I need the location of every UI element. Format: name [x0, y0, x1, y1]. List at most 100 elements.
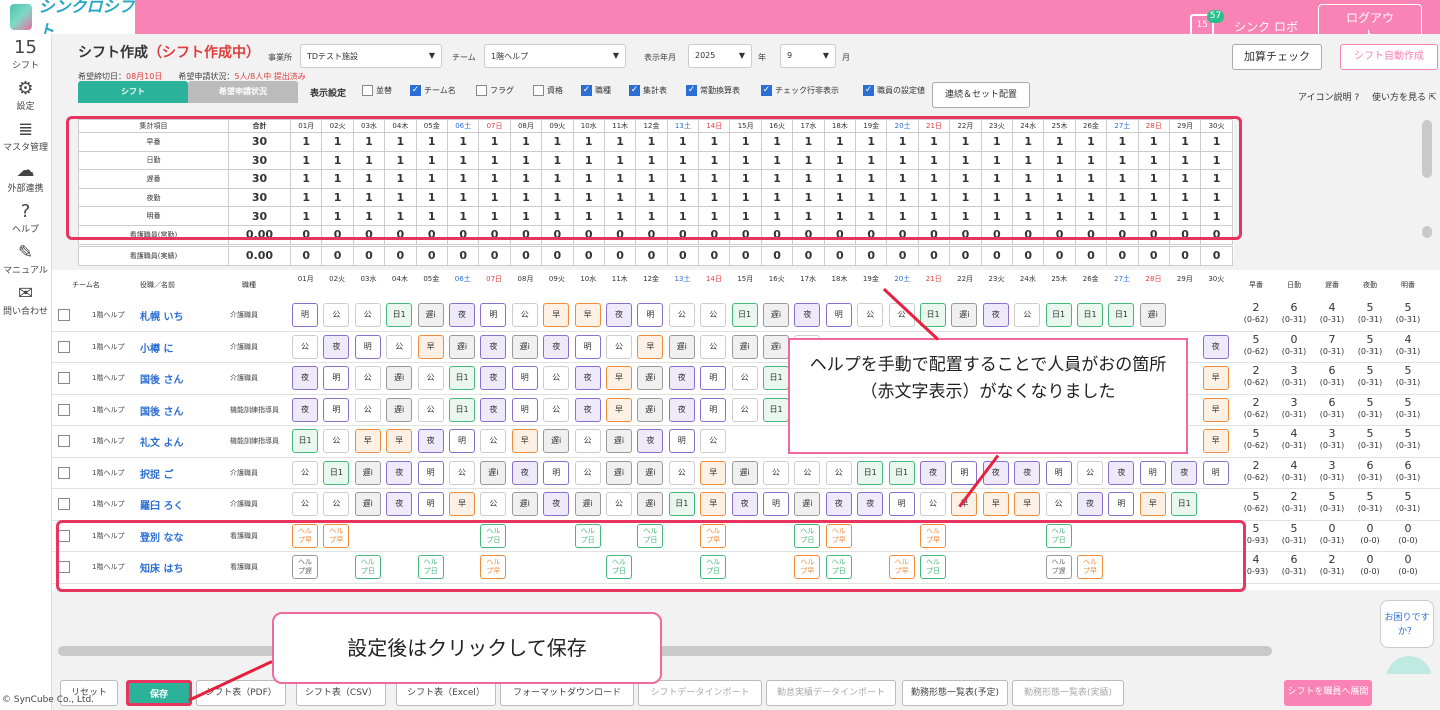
shift-cell[interactable]: 公	[323, 492, 350, 516]
shift-cell[interactable]: 公	[606, 492, 632, 516]
shift-cell[interactable]: 夜	[982, 303, 1009, 327]
shift-cell[interactable]: 夜	[323, 334, 350, 359]
auto-create-button[interactable]: シフト自動作成	[1340, 44, 1438, 70]
checkbox-box[interactable]: ✓	[629, 85, 640, 96]
sidebar-item-database[interactable]: ≣ マスタ管理	[0, 116, 51, 157]
shift-cell[interactable]: 公	[668, 303, 695, 327]
sidebar-item-help[interactable]: ? ヘルプ	[0, 198, 51, 239]
row-staff-name[interactable]: 小樽 に	[140, 340, 173, 355]
shift-cell[interactable]: 早	[449, 492, 475, 516]
shift-cell[interactable]: 公	[292, 334, 318, 359]
shift-cell[interactable]: 公	[386, 334, 413, 359]
shift-cell[interactable]: 遅i	[763, 303, 789, 327]
row-checkbox[interactable]	[58, 466, 70, 479]
shift-cell[interactable]: 明	[1108, 492, 1135, 516]
shift-cell[interactable]: 明	[323, 366, 350, 390]
shift-cell[interactable]: 日1	[292, 429, 318, 453]
checkbox-6[interactable]: ✓ 常勤換算表	[686, 85, 740, 96]
footer-button-10[interactable]: シフトを職員へ展開	[1284, 680, 1372, 706]
how-to-link[interactable]: 使い方を見る ⇱	[1372, 90, 1436, 103]
sidebar-item-manual[interactable]: ✎ マニュアル	[0, 239, 51, 280]
shift-cell[interactable]: 公	[700, 303, 727, 327]
shift-cell[interactable]: 遅i	[449, 334, 475, 359]
shift-cell[interactable]: 公	[511, 303, 538, 327]
shift-cell[interactable]: 公	[700, 334, 727, 359]
shift-cell[interactable]: 夜	[731, 492, 758, 516]
footer-button-9[interactable]: 勤務形態一覧表(実績)	[1012, 680, 1124, 706]
row-checkbox[interactable]	[58, 498, 70, 510]
shift-cell[interactable]: 日1	[731, 303, 758, 327]
shift-cell[interactable]: 日1	[1045, 303, 1072, 327]
shift-cell[interactable]: 遅i	[763, 334, 789, 359]
shift-cell[interactable]: 早	[574, 303, 601, 327]
shift-cell[interactable]: 夜	[668, 366, 695, 390]
shift-cell[interactable]: 夜	[449, 303, 475, 327]
vertical-scrollbar[interactable]	[1422, 120, 1432, 178]
shift-cell[interactable]: 夜	[574, 397, 601, 422]
checkbox-box[interactable]: ✓	[410, 85, 421, 96]
shift-cell[interactable]: 早	[417, 334, 444, 359]
shift-cell[interactable]: 遅i	[637, 492, 664, 516]
shift-cell[interactable]: 夜	[574, 366, 601, 390]
shift-cell[interactable]: 日1	[449, 397, 475, 422]
shift-cell[interactable]: 公	[480, 429, 507, 453]
shift-cell[interactable]: 夜	[1171, 460, 1198, 485]
shift-cell[interactable]: 遅i	[731, 460, 758, 485]
shift-cell[interactable]: 明	[700, 366, 727, 390]
shift-cell[interactable]: 遅i	[354, 492, 381, 516]
shift-cell[interactable]: 公	[323, 429, 350, 453]
row-checkbox[interactable]	[58, 309, 70, 321]
shift-cell[interactable]: 明	[1139, 460, 1166, 485]
office-select[interactable]: TDテスト施設 ▼	[300, 44, 442, 68]
sidebar-item-calendar[interactable]: 15 シフト	[0, 34, 51, 75]
shift-cell[interactable]: 夜	[543, 492, 570, 516]
shift-cell[interactable]: 公	[606, 334, 632, 359]
shift-cell[interactable]: 夜	[1014, 460, 1041, 485]
app-logo[interactable]: シンクロシフト	[0, 0, 135, 40]
shift-cell[interactable]: 早	[700, 460, 727, 485]
shift-cell[interactable]: 明	[323, 397, 350, 422]
shift-cell[interactable]: 明	[292, 303, 318, 327]
shift-cell[interactable]: 夜	[292, 397, 318, 422]
shift-cell[interactable]: 明	[668, 429, 695, 453]
horizontal-scrollbar[interactable]	[58, 646, 1272, 656]
shift-cell[interactable]: 公	[417, 366, 444, 390]
checkbox-2[interactable]: フラグ	[476, 85, 514, 96]
shift-cell[interactable]: 遅i	[354, 460, 381, 485]
shift-cell[interactable]: 明	[1045, 460, 1072, 485]
shift-cell[interactable]: 遅i	[511, 492, 538, 516]
shift-cell[interactable]: 夜	[857, 492, 884, 516]
checkbox-box[interactable]: ✓	[761, 85, 772, 96]
shift-cell[interactable]: 日1	[386, 303, 413, 327]
team-select[interactable]: 1階ヘルプ ▼	[484, 44, 626, 68]
shift-cell[interactable]: 早	[982, 492, 1009, 516]
shift-cell[interactable]: 公	[700, 429, 727, 453]
shift-cell[interactable]: 夜	[794, 303, 821, 327]
shift-cell[interactable]: 早	[354, 429, 381, 453]
shift-cell[interactable]: 早	[1202, 397, 1229, 422]
footer-button-8[interactable]: 勤務形態一覧表(予定)	[902, 680, 1008, 706]
shift-cell[interactable]: 公	[920, 492, 946, 516]
checkbox-3[interactable]: 資格	[533, 85, 563, 96]
shift-cell[interactable]: 早	[1139, 492, 1166, 516]
footer-button-7[interactable]: 勤怠実績データインポート	[766, 680, 896, 706]
checkbox-box[interactable]	[362, 85, 373, 96]
shift-cell[interactable]: 早	[1014, 492, 1041, 516]
checkbox-box[interactable]: ✓	[686, 85, 697, 96]
shift-cell[interactable]: 明	[637, 303, 664, 327]
row-staff-name[interactable]: 国後 さん	[140, 403, 183, 418]
shift-cell[interactable]: 明	[354, 334, 381, 359]
shift-cell[interactable]: 夜	[606, 303, 632, 327]
shift-cell[interactable]: 遅i	[637, 366, 664, 390]
row-checkbox[interactable]	[58, 372, 70, 384]
shift-cell[interactable]: 公	[417, 397, 444, 422]
row-checkbox[interactable]	[58, 340, 70, 353]
shift-cell[interactable]: 遅i	[731, 334, 758, 359]
shift-cell[interactable]: 明	[417, 492, 444, 516]
shift-cell[interactable]: 日1	[1108, 303, 1135, 327]
renzoku-button[interactable]: 連続＆セット配置	[932, 82, 1030, 108]
year-select[interactable]: 2025 ▼	[688, 44, 752, 68]
shift-cell[interactable]: 夜	[668, 397, 695, 422]
shift-cell[interactable]: 公	[574, 460, 601, 485]
shift-cell[interactable]: 公	[1045, 492, 1072, 516]
